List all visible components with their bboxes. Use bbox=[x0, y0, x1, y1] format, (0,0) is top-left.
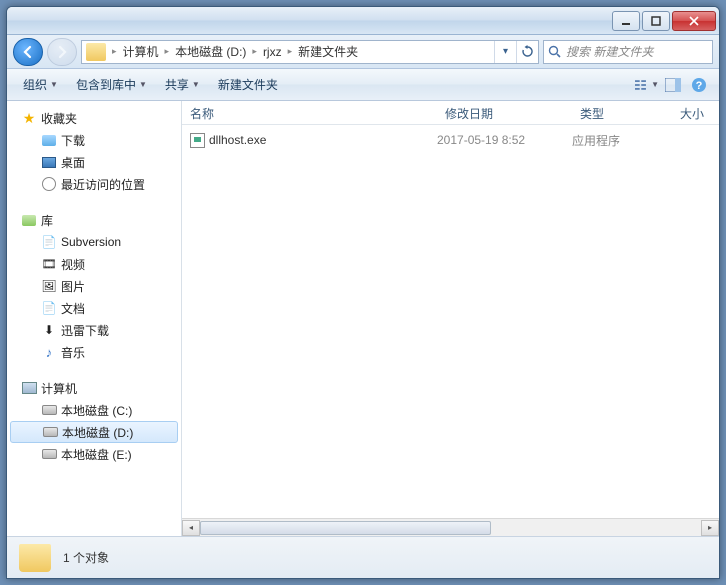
scroll-track[interactable] bbox=[200, 520, 701, 536]
svg-text:?: ? bbox=[696, 80, 703, 92]
search-placeholder: 搜索 新建文件夹 bbox=[566, 43, 653, 60]
status-bar: 1 个对象 bbox=[7, 536, 719, 578]
include-library-menu[interactable]: 包含到库中▼ bbox=[68, 72, 155, 97]
library-icon bbox=[22, 215, 36, 226]
chevron-right-icon: ▸ bbox=[110, 46, 119, 57]
libraries-header[interactable]: 库 bbox=[7, 209, 181, 231]
breadcrumb-segment[interactable]: rjxz bbox=[259, 45, 286, 59]
maximize-button[interactable] bbox=[642, 11, 670, 31]
favorites-group: ★ 收藏夹 下载 桌面 最近访问的位置 bbox=[7, 107, 181, 195]
folder-icon bbox=[42, 135, 56, 146]
star-icon: ★ bbox=[21, 110, 37, 126]
exe-icon bbox=[190, 133, 205, 148]
drive-icon bbox=[43, 427, 58, 437]
chevron-right-icon: ▸ bbox=[250, 46, 259, 57]
search-icon bbox=[548, 45, 562, 59]
sidebar-item-drive-c[interactable]: 本地磁盘 (C:) bbox=[7, 399, 181, 421]
folder-icon bbox=[86, 43, 106, 61]
favorites-header[interactable]: ★ 收藏夹 bbox=[7, 107, 181, 129]
close-button[interactable] bbox=[672, 11, 716, 31]
sidebar-item-music[interactable]: ♪ 音乐 bbox=[7, 341, 181, 363]
scroll-right-button[interactable]: ▸ bbox=[701, 520, 719, 536]
sidebar-item-recent[interactable]: 最近访问的位置 bbox=[7, 173, 181, 195]
column-date[interactable]: 修改日期 bbox=[437, 101, 572, 124]
video-icon: 🎞 bbox=[41, 256, 57, 272]
file-name: dllhost.exe bbox=[209, 133, 266, 147]
sidebar-item-subversion[interactable]: 📄 Subversion bbox=[7, 231, 181, 253]
organize-menu[interactable]: 组织▼ bbox=[15, 72, 66, 97]
desktop-icon bbox=[42, 157, 56, 168]
doc-icon: 📄 bbox=[41, 300, 57, 316]
computer-header[interactable]: 计算机 bbox=[7, 377, 181, 399]
address-bar[interactable]: ▸ 计算机 ▸ 本地磁盘 (D:) ▸ rjxz ▸ 新建文件夹 ▾ bbox=[81, 40, 539, 64]
column-size[interactable]: 大小 bbox=[672, 101, 719, 124]
picture-icon: 🖼 bbox=[41, 278, 57, 294]
content-pane: 名称 修改日期 类型 大小 dllhost.exe 2017-05-19 8:5… bbox=[182, 101, 719, 536]
scroll-thumb[interactable] bbox=[200, 521, 491, 535]
column-type[interactable]: 类型 bbox=[572, 101, 672, 124]
music-icon: ♪ bbox=[41, 344, 57, 360]
horizontal-scrollbar[interactable]: ◂ ▸ bbox=[182, 518, 719, 536]
toolbar: 组织▼ 包含到库中▼ 共享▼ 新建文件夹 ▼ ? bbox=[7, 69, 719, 101]
forward-button[interactable] bbox=[47, 38, 77, 66]
minimize-button[interactable] bbox=[612, 11, 640, 31]
chevron-right-icon: ▸ bbox=[286, 46, 295, 57]
nav-pane: ★ 收藏夹 下载 桌面 最近访问的位置 bbox=[7, 101, 182, 536]
libraries-group: 库 📄 Subversion 🎞 视频 🖼 图片 📄 文档 bbox=[7, 209, 181, 363]
file-row[interactable]: dllhost.exe 2017-05-19 8:52 应用程序 bbox=[182, 129, 719, 151]
column-header: 名称 修改日期 类型 大小 bbox=[182, 101, 719, 125]
file-list: dllhost.exe 2017-05-19 8:52 应用程序 bbox=[182, 125, 719, 518]
back-button[interactable] bbox=[13, 38, 43, 66]
sidebar-item-pictures[interactable]: 🖼 图片 bbox=[7, 275, 181, 297]
sidebar-item-downloads[interactable]: 下载 bbox=[7, 129, 181, 151]
titlebar bbox=[7, 7, 719, 35]
body: ★ 收藏夹 下载 桌面 最近访问的位置 bbox=[7, 101, 719, 536]
share-menu[interactable]: 共享▼ bbox=[157, 72, 208, 97]
help-button[interactable]: ? bbox=[687, 73, 711, 97]
doc-icon: 📄 bbox=[41, 234, 57, 250]
computer-icon bbox=[22, 382, 37, 394]
explorer-window: ▸ 计算机 ▸ 本地磁盘 (D:) ▸ rjxz ▸ 新建文件夹 ▾ 搜索 新建… bbox=[6, 6, 720, 579]
breadcrumb-segment[interactable]: 新建文件夹 bbox=[294, 43, 362, 60]
sidebar-item-videos[interactable]: 🎞 视频 bbox=[7, 253, 181, 275]
navbar: ▸ 计算机 ▸ 本地磁盘 (D:) ▸ rjxz ▸ 新建文件夹 ▾ 搜索 新建… bbox=[7, 35, 719, 69]
sidebar-item-desktop[interactable]: 桌面 bbox=[7, 151, 181, 173]
download-icon: ⬇ bbox=[41, 322, 57, 338]
sidebar-item-documents[interactable]: 📄 文档 bbox=[7, 297, 181, 319]
preview-pane-button[interactable] bbox=[661, 73, 685, 97]
sidebar-item-drive-d[interactable]: 本地磁盘 (D:) bbox=[10, 421, 178, 443]
chevron-right-icon: ▸ bbox=[163, 46, 172, 57]
file-type: 应用程序 bbox=[572, 132, 672, 149]
breadcrumb-segment[interactable]: 本地磁盘 (D:) bbox=[171, 43, 250, 60]
file-date: 2017-05-19 8:52 bbox=[437, 133, 572, 147]
drive-icon bbox=[42, 405, 57, 415]
status-text: 1 个对象 bbox=[63, 549, 109, 566]
folder-icon bbox=[19, 544, 51, 572]
sidebar-item-drive-e[interactable]: 本地磁盘 (E:) bbox=[7, 443, 181, 465]
drive-icon bbox=[42, 449, 57, 459]
sidebar-item-thunder[interactable]: ⬇ 迅雷下载 bbox=[7, 319, 181, 341]
scroll-left-button[interactable]: ◂ bbox=[182, 520, 200, 536]
computer-group: 计算机 本地磁盘 (C:) 本地磁盘 (D:) 本地磁盘 (E:) bbox=[7, 377, 181, 465]
new-folder-button[interactable]: 新建文件夹 bbox=[210, 72, 286, 97]
view-options-button[interactable]: ▼ bbox=[635, 73, 659, 97]
column-name[interactable]: 名称 bbox=[182, 101, 437, 124]
address-dropdown[interactable]: ▾ bbox=[494, 41, 516, 63]
refresh-button[interactable] bbox=[516, 41, 538, 63]
search-input[interactable]: 搜索 新建文件夹 bbox=[543, 40, 713, 64]
clock-icon bbox=[42, 177, 56, 191]
breadcrumb-segment[interactable]: 计算机 bbox=[119, 43, 163, 60]
